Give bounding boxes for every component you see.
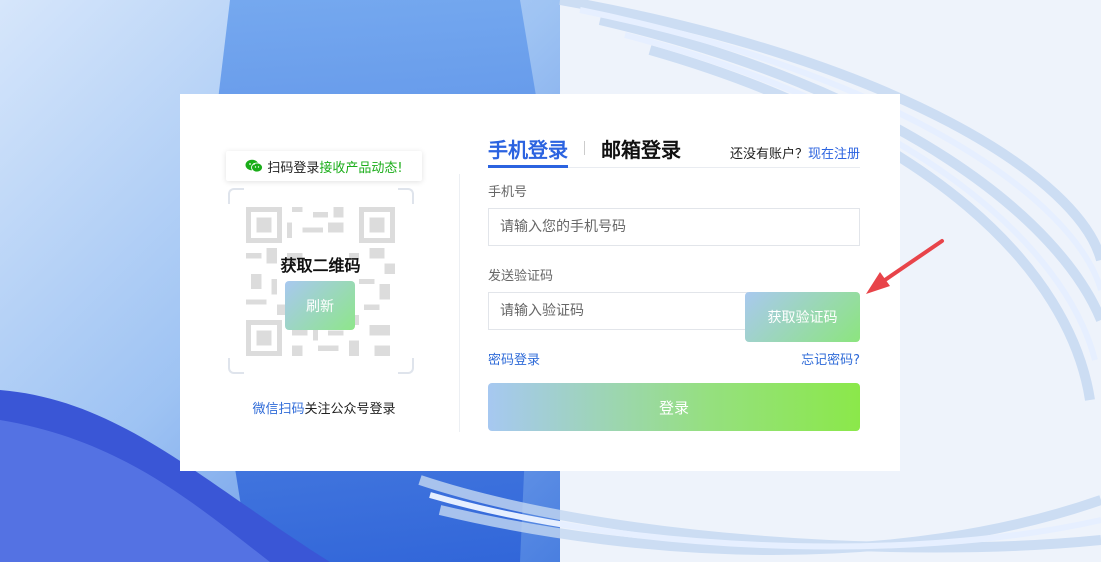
- wechat-scan-link[interactable]: 微信扫码: [252, 402, 304, 417]
- login-tabs: 手机登录 邮箱登录 还没有账户？现在注册: [488, 134, 860, 168]
- forgot-password-link[interactable]: 忘记密码?: [801, 349, 860, 368]
- register-link[interactable]: 现在注册: [808, 147, 860, 162]
- refresh-qr-button[interactable]: 刷新: [285, 281, 355, 330]
- wechat-footer-text: 关注公众号登录: [304, 402, 396, 417]
- wechat-footer: 微信扫码关注公众号登录: [226, 398, 422, 417]
- phone-input[interactable]: [488, 208, 860, 246]
- verification-code-input[interactable]: [488, 292, 748, 330]
- get-qr-code-title: 获取二维码: [280, 256, 361, 275]
- login-button[interactable]: 登录: [488, 383, 860, 431]
- column-divider: [459, 174, 460, 432]
- password-login-link[interactable]: 密码登录: [488, 349, 540, 368]
- get-code-button[interactable]: 获取验证码: [745, 292, 860, 342]
- login-card: 扫码登录 接收产品动态! 获取二维码 刷新 微信扫码关注公众号登录 手机登录 邮…: [180, 94, 900, 471]
- wechat-banner-text: 扫码登录: [267, 160, 320, 176]
- wechat-banner-highlight: 接收产品动态!: [319, 160, 403, 176]
- annotation-arrow: [866, 239, 944, 294]
- tab-email-login[interactable]: 邮箱登录: [601, 134, 681, 163]
- register-prompt-text: 还没有账户？: [729, 147, 808, 162]
- wechat-banner: 扫码登录 接收产品动态!: [226, 151, 422, 181]
- tab-separator: [584, 141, 585, 155]
- tab-phone-login[interactable]: 手机登录: [488, 134, 568, 163]
- wechat-icon: [245, 159, 264, 173]
- register-prompt: 还没有账户？现在注册: [730, 143, 860, 162]
- phone-label: 手机号: [488, 185, 528, 200]
- active-tab-indicator: [488, 165, 568, 168]
- code-label: 发送验证码: [488, 269, 554, 284]
